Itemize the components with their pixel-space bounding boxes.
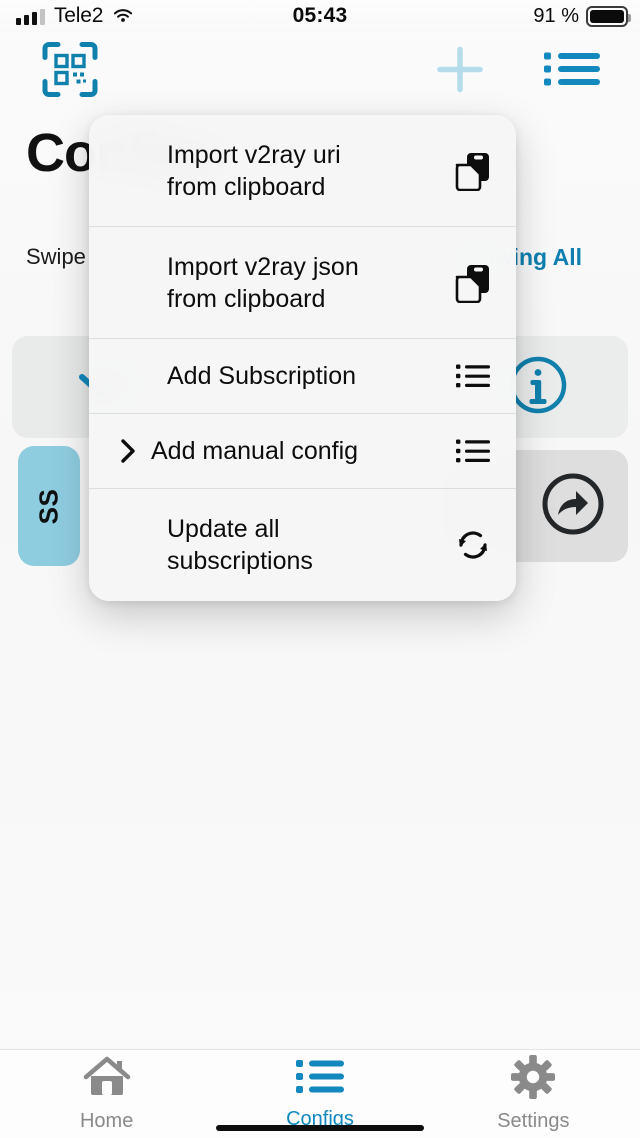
menu-item-label: Add manual config [151, 437, 359, 465]
list-bullet-icon [295, 1057, 344, 1102]
menu-item-label: Add Subscription [167, 362, 357, 390]
status-bar: Tele2 05:43 91 % [0, 0, 640, 32]
menu-item-add-manual-config[interactable]: Add manual config [89, 414, 516, 489]
battery-icon [586, 5, 631, 27]
list-bullet-icon [454, 438, 492, 464]
clipboard-doc-icon [454, 263, 492, 303]
add-config-button[interactable] [432, 42, 488, 103]
list-bullet-icon[interactable] [544, 50, 600, 95]
home-indicator [216, 1125, 424, 1131]
menu-item-import-v2ray-json[interactable]: Import v2ray json from clipboard [89, 227, 516, 339]
status-bar-right: 91 % [533, 4, 631, 28]
battery-percent: 91 % [533, 4, 579, 27]
context-menu: Import v2ray uri from clipboard Import v… [89, 115, 516, 601]
submenu-chevron-icon [89, 439, 145, 463]
info-circle-icon [507, 354, 569, 421]
tab-label: Settings [497, 1110, 570, 1132]
menu-item-label: Import v2ray uri from clipboard [167, 140, 341, 201]
tab-settings[interactable]: Settings [427, 1050, 640, 1138]
menu-item-update-all-subscriptions[interactable]: Update all subscriptions [89, 489, 516, 601]
tab-home[interactable]: Home [0, 1050, 213, 1138]
tab-label: Home [79, 1110, 134, 1132]
clipboard-doc-icon [454, 151, 492, 191]
qr-scan-icon[interactable] [40, 40, 100, 105]
swipe-hint-label: Swipe [26, 244, 86, 269]
menu-item-add-subscription[interactable]: Add Subscription [89, 339, 516, 414]
protocol-badge: SS [18, 446, 80, 566]
gear-icon [510, 1055, 556, 1104]
share-circle-icon [540, 471, 606, 542]
refresh-icon [454, 526, 492, 564]
list-bullet-icon [454, 363, 492, 389]
navigation-bar [0, 32, 640, 112]
menu-item-label: Import v2ray json from clipboard [167, 252, 359, 313]
menu-item-import-v2ray-uri[interactable]: Import v2ray uri from clipboard [89, 115, 516, 227]
home-icon [82, 1055, 132, 1104]
menu-item-label: Update all subscriptions [167, 515, 313, 575]
protocol-badge-label: SS [33, 488, 64, 524]
